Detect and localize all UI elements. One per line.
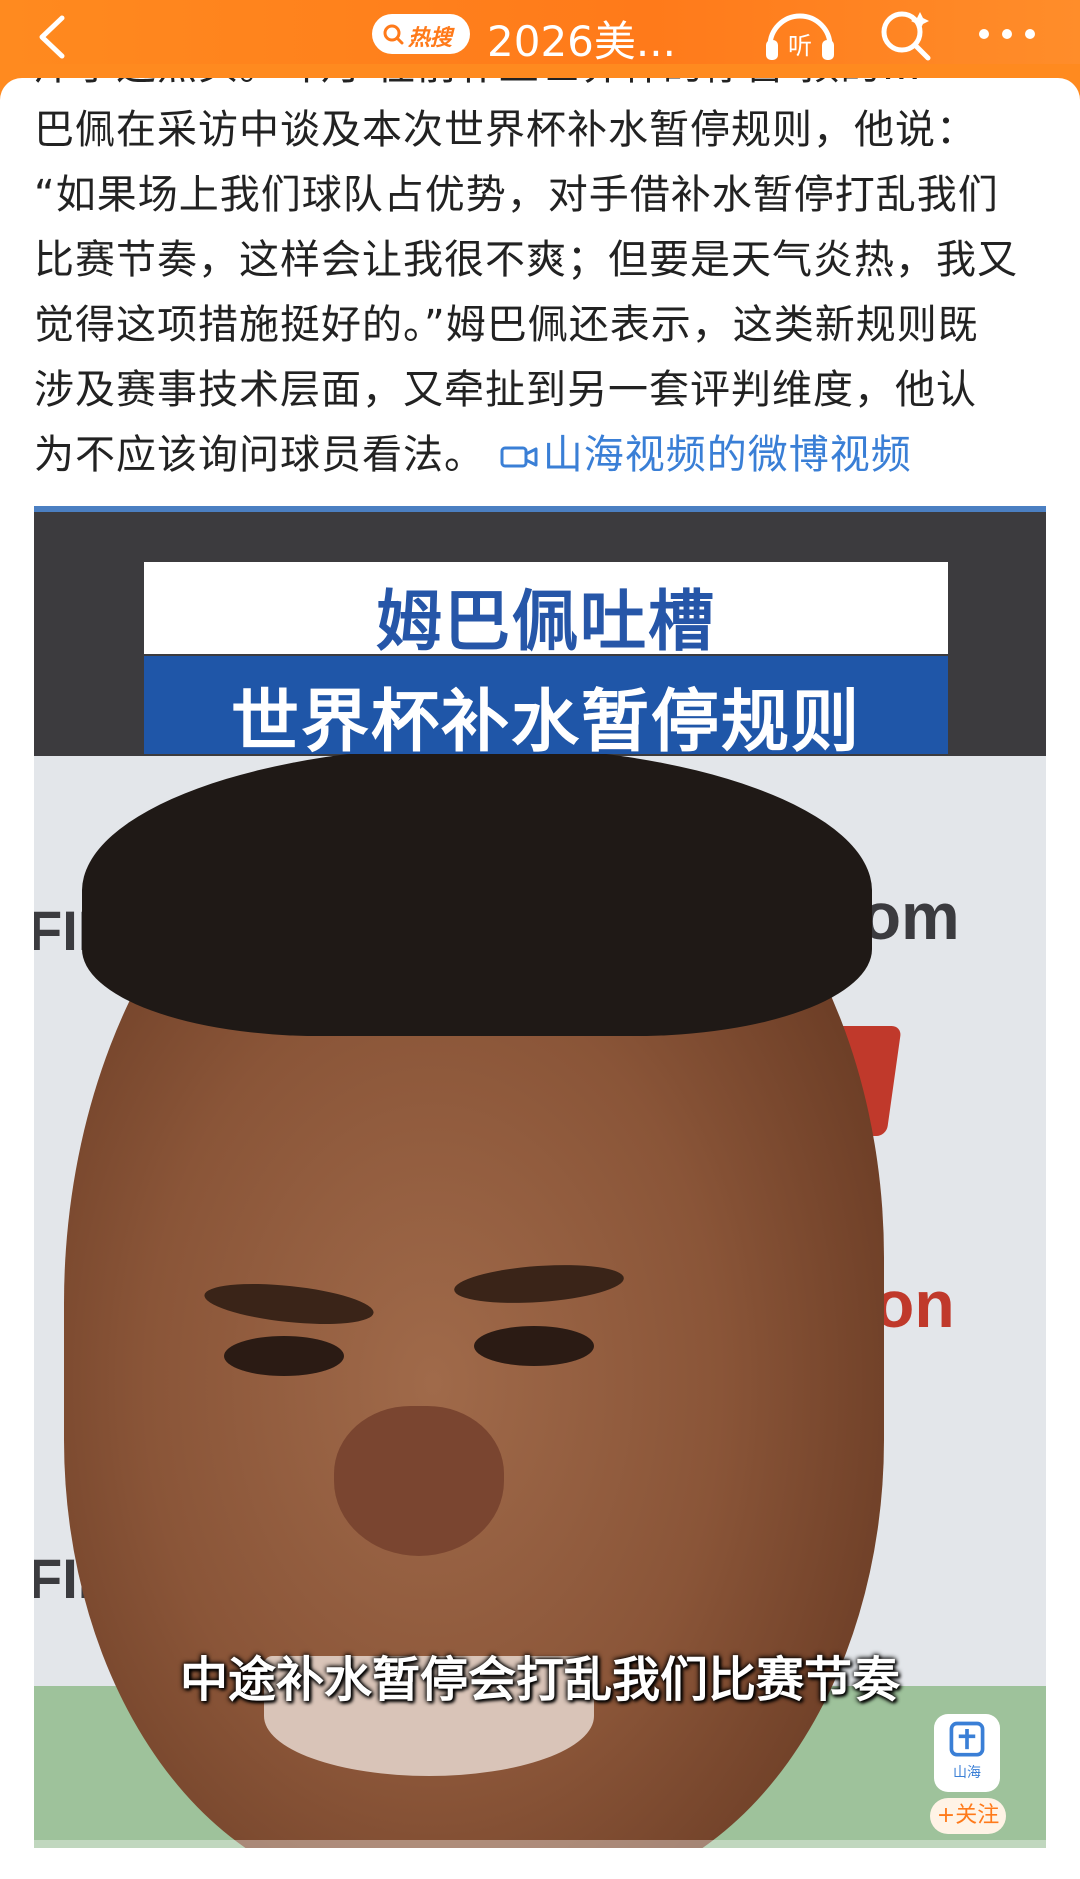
- video-banner-subtitle: 世界杯补水暂停规则: [230, 683, 861, 762]
- video-source-link[interactable]: 山海视频的微博视频: [499, 432, 912, 478]
- hot-search-label: 热搜: [408, 26, 453, 51]
- player-hair: [82, 746, 872, 1036]
- shanhai-logo-icon: [949, 1721, 985, 1757]
- post-body: 斥了这点头。斗月 在前补上世界杯的停暂 预的… 巴佩在采访中谈及本次世界杯补水暂…: [34, 78, 1054, 488]
- post-line: 巴佩在采访中谈及本次世界杯补水暂停规则，他说：: [34, 107, 977, 153]
- video-caption: 中途补水暂停会打乱我们比赛节奏: [179, 1652, 900, 1708]
- search-icon: [383, 24, 404, 45]
- search-icon[interactable]: [876, 6, 936, 66]
- post-line: 比赛节奏，这样会让我很不爽；但要是天气炎热，我又: [34, 237, 1018, 283]
- headphones-listen-icon[interactable]: 听: [762, 6, 838, 64]
- cut-off-line: 斥了这点头。斗月 在前补上世界杯的停暂 预的…: [34, 78, 1054, 98]
- video-player[interactable]: FIF com on FIF 姆巴佩吐槽 世界杯补水暂停规则 中途补水暂停会打乱…: [34, 506, 1046, 1848]
- channel-avatar[interactable]: 山海: [934, 1714, 1000, 1792]
- hot-search-badge[interactable]: 热搜: [372, 14, 470, 54]
- more-options-icon[interactable]: [972, 14, 1042, 54]
- channel-logo-text: 山海: [953, 1765, 981, 1781]
- post-line: 涉及赛事技术层面，又牵扯到另一套评判维度，他认: [34, 367, 977, 413]
- post-line-text: 为不应该询问球员看法。: [34, 432, 485, 478]
- backdrop-text: on: [874, 1267, 955, 1341]
- back-arrow-icon[interactable]: [30, 12, 80, 62]
- video-top-border: [34, 506, 1046, 512]
- video-progress-bar[interactable]: [34, 1840, 1046, 1848]
- follow-button[interactable]: +关注: [930, 1798, 1006, 1834]
- page-title: 2026美...: [487, 17, 676, 66]
- post-line-last: 为不应该询问球员看法。 山海视频的微博视频: [34, 423, 1054, 488]
- video-banner-title: 姆巴佩吐槽: [376, 583, 716, 660]
- right-eye: [474, 1326, 594, 1366]
- post-line: “如果场上我们球队占优势，对手借补水暂停打乱我们: [34, 172, 999, 218]
- player-nose: [334, 1406, 504, 1556]
- post-line: 觉得这项措施挺好的。”姆巴佩还表示，这类新规则既: [34, 302, 979, 348]
- left-eye: [224, 1336, 344, 1376]
- video-link-text: 山海视频的微博视频: [542, 432, 912, 478]
- video-camera-icon: [500, 446, 538, 468]
- svg-text:听: 听: [788, 32, 812, 60]
